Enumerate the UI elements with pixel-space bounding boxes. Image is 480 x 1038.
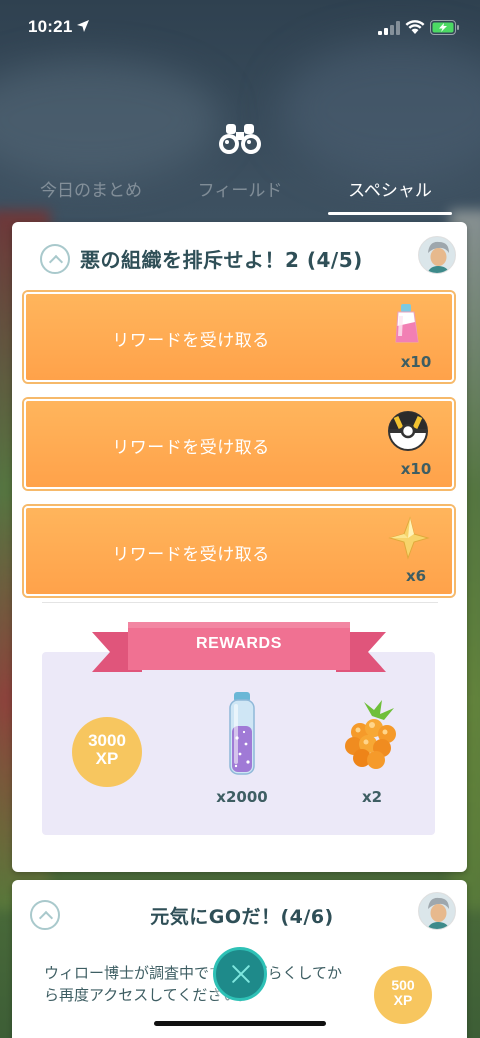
reward-count: x10	[400, 353, 432, 371]
claim-reward-label: リワードを受け取る	[112, 331, 270, 351]
xp-reward-badge: 3000 XP	[72, 717, 142, 787]
professor-avatar	[418, 236, 456, 274]
close-button[interactable]	[213, 947, 267, 1001]
location-arrow-icon	[77, 20, 89, 32]
tab-field[interactable]: フィールド	[188, 176, 292, 201]
claim-reward-label: リワードを受け取る	[112, 545, 270, 565]
tab-today[interactable]: 今日のまとめ	[30, 176, 152, 201]
reward-count: x10	[400, 460, 432, 478]
status-time: 10:21	[28, 17, 73, 36]
potion-icon	[395, 304, 419, 343]
xp-unit: XP	[393, 992, 413, 1008]
stardust-icon	[229, 692, 255, 775]
divider	[42, 602, 438, 603]
professor-avatar	[418, 892, 456, 930]
claim-reward-button[interactable]: リワードを受け取る x6	[24, 506, 454, 596]
reward-count: x6	[405, 567, 427, 585]
research-description: ウィロー博士が調査中です。しばらくしてから再度アクセスしてください。	[44, 964, 343, 1004]
research-tabs: 今日のまとめ フィールド スペシャル	[0, 170, 480, 216]
xp-unit: XP	[95, 749, 119, 768]
rewards-ribbon: REWARDS	[92, 622, 386, 680]
research-title: 元気にGOだ！(4/6)	[150, 906, 334, 928]
berry-count: x2	[361, 788, 383, 806]
ultra-ball-icon	[388, 411, 428, 451]
special-research-card: 悪の組織を排斥せよ！2 (4/5) リワードを受け取る x10 リワードを受け取…	[12, 222, 467, 872]
wifi-icon	[405, 20, 425, 34]
collapse-chevron-up-icon[interactable]	[40, 244, 70, 274]
xp-value: 3000	[88, 731, 126, 750]
home-indicator[interactable]	[154, 1021, 326, 1026]
collapse-chevron-up-icon[interactable]	[30, 900, 60, 930]
active-tab-indicator	[328, 212, 452, 215]
tab-special[interactable]: スペシャル	[330, 176, 450, 201]
binoculars-icon	[219, 124, 261, 154]
status-bar: 10:21	[0, 0, 480, 56]
rewards-heading: REWARDS	[196, 635, 282, 652]
claim-reward-label: リワードを受け取る	[112, 438, 270, 458]
signal-icon	[378, 21, 400, 35]
xp-value: 500	[391, 977, 415, 993]
battery-charging-icon	[430, 20, 459, 35]
golden-razz-berry-icon	[345, 700, 396, 769]
star-piece-icon	[388, 516, 430, 560]
stardust-count: x2000	[216, 788, 268, 806]
claim-reward-button[interactable]: リワードを受け取る x10	[24, 292, 454, 382]
research-title: 悪の組織を排斥せよ！2 (4/5)	[80, 248, 363, 272]
xp-reward-badge: 500 XP	[374, 966, 432, 1024]
claim-reward-button[interactable]: リワードを受け取る x10	[24, 399, 454, 489]
